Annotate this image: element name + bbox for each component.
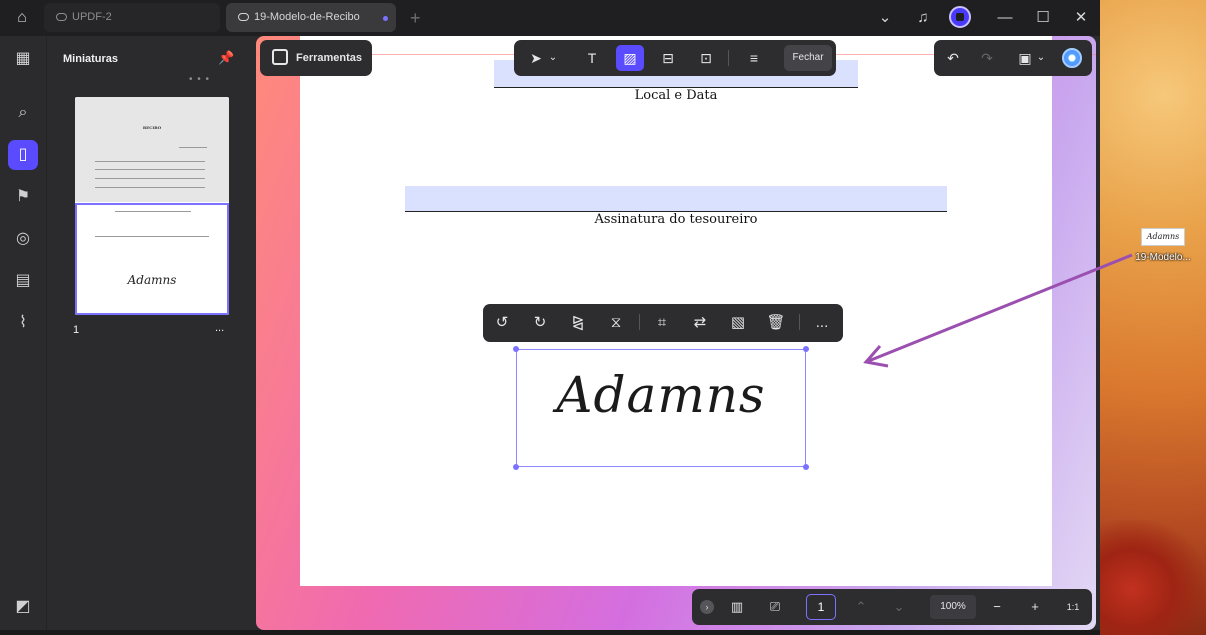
toolbox-icon: [272, 49, 288, 65]
layers-icon[interactable]: ◩: [8, 592, 38, 622]
thumbnail-more-button[interactable]: ...: [215, 322, 224, 334]
text-tool-icon[interactable]: T: [578, 45, 606, 71]
zoom-out-icon[interactable]: −: [984, 595, 1010, 619]
ai-assistant-icon[interactable]: [1062, 48, 1082, 68]
chevron-down-icon[interactable]: ⌄: [1034, 45, 1048, 71]
chevron-down-icon[interactable]: ⌄: [546, 45, 560, 71]
replace-image-icon[interactable]: ⇄: [687, 310, 713, 336]
redo-icon[interactable]: ↷: [974, 45, 1000, 71]
signature-image: Adamns: [556, 366, 766, 424]
minimize-icon[interactable]: —: [993, 6, 1017, 30]
maximize-icon[interactable]: ☐: [1031, 6, 1055, 30]
pages-icon[interactable]: ▯: [8, 140, 38, 170]
tools-label: Ferramentas: [296, 52, 363, 64]
rotate-right-icon[interactable]: ↻: [527, 310, 553, 336]
thumbnail-lower-half: Adamns: [75, 203, 229, 315]
tab-label: UPDF-2: [72, 11, 112, 23]
page-layout-icon[interactable]: ▥: [724, 595, 750, 619]
unsaved-dot-icon: [383, 16, 388, 21]
adjust-icon[interactable]: ≡: [740, 45, 768, 71]
tab-label: 19-Modelo-de-Recibo: [254, 11, 360, 23]
link-tool-icon[interactable]: ⊟: [654, 45, 682, 71]
tools-button[interactable]: Ferramentas: [260, 40, 372, 76]
desktop-file-label: 19-Modelo...: [1135, 252, 1191, 263]
desktop-file-thumbnail: Adamns: [1141, 228, 1185, 246]
thumbnail-line: [95, 169, 205, 170]
thumbnail-upper-half: RECIBO: [75, 97, 229, 202]
thumbnail-page-number: 1: [73, 324, 80, 336]
comment-icon[interactable]: ◎: [8, 224, 38, 254]
thumbnail-line: [95, 161, 205, 162]
resize-handle[interactable]: [803, 346, 809, 352]
presentation-icon[interactable]: ⎚: [762, 595, 788, 619]
toolbar-divider: [639, 314, 640, 330]
close-edit-button[interactable]: Fechar: [784, 45, 832, 71]
form-tool-icon[interactable]: ⊡: [692, 45, 720, 71]
extract-image-icon[interactable]: ▧: [725, 310, 751, 336]
thumbnail-line: [179, 147, 207, 148]
bell-icon[interactable]: ♫: [911, 6, 935, 30]
rotate-left-icon[interactable]: ↺: [489, 310, 515, 336]
undo-icon[interactable]: ↶: [940, 45, 966, 71]
new-tab-plus-icon[interactable]: +: [410, 6, 421, 30]
flip-vertical-icon[interactable]: ⧖: [603, 310, 629, 336]
close-icon[interactable]: ✕: [1069, 6, 1093, 30]
prev-page-icon[interactable]: ⌃: [848, 595, 874, 619]
resize-handle[interactable]: [513, 346, 519, 352]
left-rail: ▦ ⌕ ▯ ⚑ ◎ ▤ ⌇ ◩: [0, 36, 46, 630]
toolbar-divider: [728, 50, 729, 66]
cloud-icon: [238, 13, 249, 21]
attachment-file-icon[interactable]: ▤: [8, 266, 38, 296]
home-icon[interactable]: ⌂: [10, 7, 34, 29]
next-page-icon[interactable]: ⌄: [886, 595, 912, 619]
resize-handle[interactable]: [513, 464, 519, 470]
panel-grip-icon[interactable]: • • •: [189, 74, 210, 85]
more-button[interactable]: ...: [809, 310, 835, 336]
app-window: ⌂ UPDF-2 19-Modelo-de-Recibo + ⌄ ♫ — ☐ ✕…: [0, 0, 1100, 630]
label-local-data: Local e Data: [634, 88, 718, 103]
tab-modelo-recibo[interactable]: 19-Modelo-de-Recibo: [226, 3, 396, 32]
image-tool-icon[interactable]: ▨: [616, 45, 644, 71]
zoom-in-icon[interactable]: +: [1022, 595, 1048, 619]
pin-icon[interactable]: 📌: [218, 50, 234, 66]
apps-icon[interactable]: ▦: [8, 44, 38, 74]
document-canvas: Local e Data Assinatura do tesoureiro Fe…: [256, 36, 1096, 630]
page-thumbnail[interactable]: RECIBO Adamns: [75, 97, 229, 315]
page-number-input[interactable]: 1: [806, 594, 836, 620]
desktop-file-icon[interactable]: Adamns 19-Modelo...: [1128, 228, 1198, 263]
actual-size-button[interactable]: 1:1: [1060, 595, 1086, 619]
trash-icon[interactable]: 🗑: [763, 310, 789, 336]
bottom-toolbar: › ▥ ⎚ 1 ⌃ ⌄ 100% − + 1:1: [692, 589, 1092, 625]
edit-toolbar: ➤ ⌄ T ▨ ⊟ ⊡ ≡ Fechar: [514, 40, 836, 76]
search-icon[interactable]: ⌕: [8, 98, 38, 128]
thumbnails-panel: • • • Miniaturas 📌 RECIBO Adamns 1 ...: [46, 36, 254, 630]
thumbnails-title: Miniaturas: [63, 53, 119, 65]
label-treasurer: Assinatura do tesoureiro: [594, 212, 758, 227]
form-field-treasurer[interactable]: [405, 186, 947, 211]
flip-horizontal-icon[interactable]: ⧎: [565, 310, 591, 336]
thumbnail-line: [95, 236, 209, 237]
avatar[interactable]: [949, 6, 971, 28]
bookmark-icon[interactable]: ⚑: [8, 182, 38, 212]
tab-updf-2[interactable]: UPDF-2: [44, 3, 220, 32]
thumbnail-line: [95, 178, 205, 179]
resize-handle[interactable]: [803, 464, 809, 470]
zoom-level[interactable]: 100%: [930, 595, 976, 619]
paperclip-icon[interactable]: ⌇: [8, 308, 38, 338]
crop-icon[interactable]: ⌗: [649, 310, 675, 336]
toolbar-divider: [799, 314, 800, 330]
wallpaper-flower: [1100, 520, 1206, 635]
history-toolbar: ↶ ↷ ▣ ⌄: [934, 40, 1092, 76]
image-toolbar: ↺ ↻ ⧎ ⧖ ⌗ ⇄ ▧ 🗑 ...: [483, 304, 843, 342]
thumbnail-signature: Adamns: [127, 273, 177, 287]
thumbnail-line: [115, 211, 191, 212]
thumbnail-line: [95, 187, 205, 188]
selected-signature-image[interactable]: Adamns: [513, 346, 809, 470]
thumbnail-title: RECIBO: [142, 125, 162, 130]
cloud-icon: [56, 13, 67, 21]
title-bar: ⌂ UPDF-2 19-Modelo-de-Recibo + ⌄ ♫ — ☐ ✕: [0, 0, 1100, 36]
collapse-arrow-icon[interactable]: ›: [700, 600, 714, 614]
chevron-down-icon[interactable]: ⌄: [873, 6, 897, 30]
